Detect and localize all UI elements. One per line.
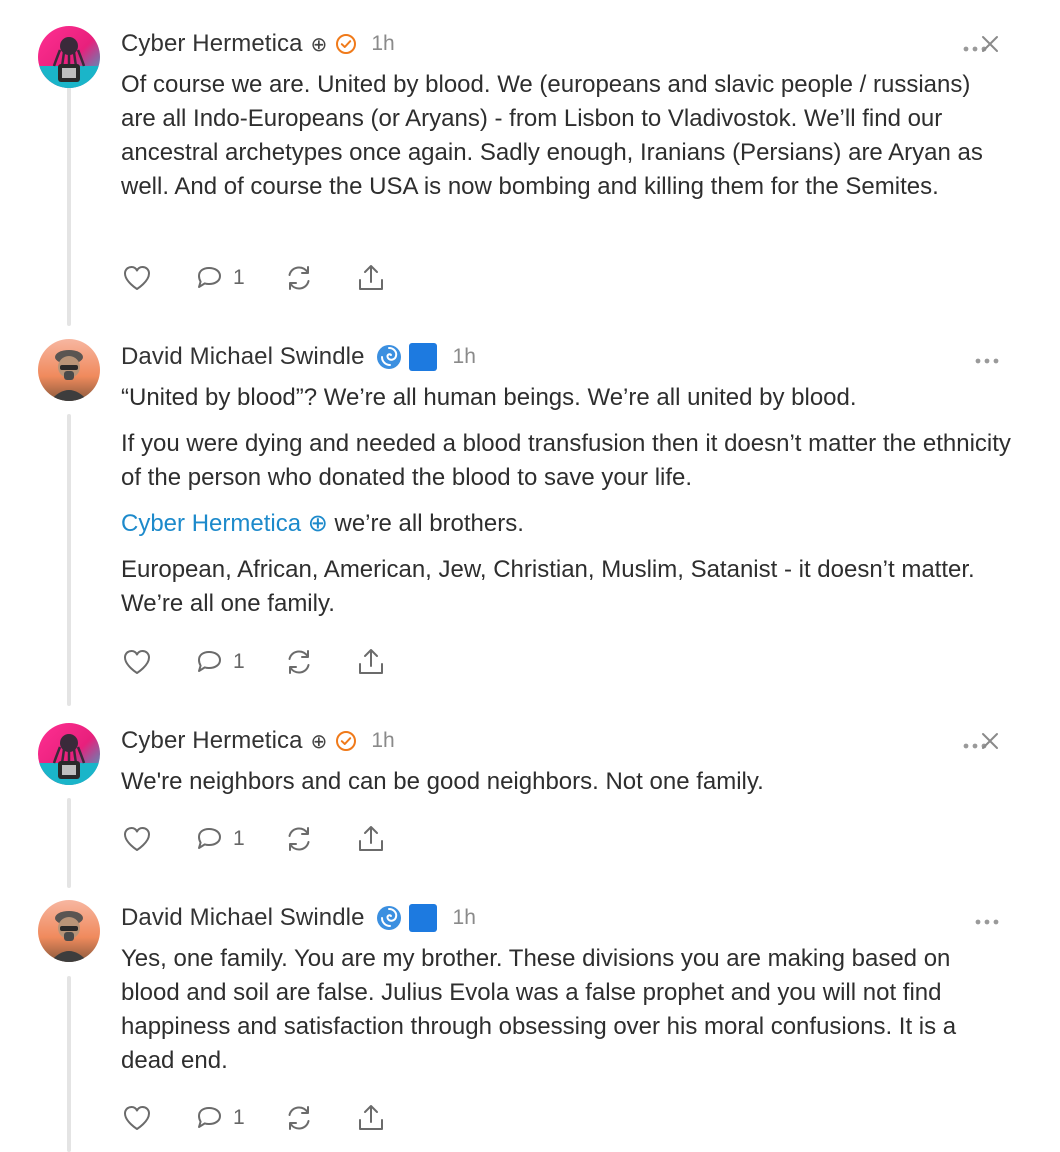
restack-button[interactable]	[283, 1102, 315, 1134]
author-name[interactable]: Cyber Hermetica	[121, 30, 303, 58]
more-options-icon[interactable]	[974, 913, 1000, 925]
reply-count: 1	[233, 266, 245, 289]
author-name[interactable]: Cyber Hermetica	[121, 727, 303, 755]
share-button[interactable]	[355, 823, 387, 855]
reply-button[interactable]: 1	[193, 823, 245, 855]
heart-icon	[124, 1106, 150, 1130]
like-button[interactable]	[121, 1102, 153, 1134]
comment-text: Yes, one family. You are my brother. The…	[121, 945, 957, 1074]
avatar[interactable]	[38, 339, 100, 401]
mention-suffix: we’re all brothers.	[327, 510, 524, 537]
reply-button[interactable]: 1	[193, 262, 245, 294]
comment-body: Of course we are. United by blood. We (e…	[121, 68, 1011, 204]
avatar[interactable]	[38, 900, 100, 962]
thread-line	[67, 414, 71, 706]
thread-line	[67, 976, 71, 1152]
comment-text: Of course we are. United by blood. We (e…	[121, 71, 983, 200]
globe-badge: ⊕	[310, 33, 328, 56]
timestamp: 1h	[371, 32, 395, 55]
comment-header: Cyber Hermetica ⊕ 1h	[121, 723, 395, 759]
reply-count: 1	[233, 650, 245, 673]
thread-line	[67, 798, 71, 888]
cyclone-icon	[376, 906, 401, 930]
comment-bubble-icon	[198, 267, 221, 288]
comment-actions: 1	[121, 260, 387, 296]
reply-count: 1	[233, 1106, 245, 1129]
timestamp: 1h	[452, 906, 476, 929]
share-icon	[358, 826, 383, 851]
comment-actions: 1	[121, 644, 387, 680]
reply-button[interactable]: 1	[193, 1102, 245, 1134]
restack-button[interactable]	[283, 262, 315, 294]
restack-icon	[288, 650, 310, 674]
restack-icon	[288, 266, 310, 290]
author-name[interactable]: David Michael Swindle	[121, 343, 365, 371]
close-icon[interactable]	[980, 731, 1000, 751]
orange-check-icon	[335, 33, 357, 55]
like-button[interactable]	[121, 823, 153, 855]
close-icon[interactable]	[980, 34, 1000, 54]
share-icon	[358, 265, 383, 290]
share-button[interactable]	[355, 262, 387, 294]
author-badges	[375, 902, 439, 934]
user-mention[interactable]: Cyber Hermetica ⊕	[121, 510, 328, 537]
comment-header: David Michael Swindle 1h	[121, 900, 476, 936]
comment-text: “United by blood”? We’re all human being…	[121, 384, 857, 411]
heart-icon	[124, 266, 150, 290]
comment-body: Yes, one family. You are my brother. The…	[121, 942, 1011, 1078]
share-button[interactable]	[355, 646, 387, 678]
author-badges	[375, 341, 439, 373]
author-name[interactable]: David Michael Swindle	[121, 904, 365, 932]
avatar[interactable]	[38, 723, 100, 785]
heart-icon	[124, 827, 150, 851]
blue-square-icon	[408, 343, 437, 371]
comment-text: If you were dying and needed a blood tra…	[121, 430, 1011, 491]
restack-button[interactable]	[283, 646, 315, 678]
like-button[interactable]	[121, 262, 153, 294]
share-icon	[358, 1105, 383, 1130]
cyclone-icon	[376, 345, 401, 369]
heart-icon	[124, 650, 150, 674]
orange-check-icon	[335, 730, 357, 752]
avatar[interactable]	[38, 26, 100, 88]
comment-bubble-icon	[198, 651, 221, 672]
comment-header: David Michael Swindle 1h	[121, 339, 476, 375]
timestamp: 1h	[371, 729, 395, 752]
share-icon	[358, 649, 383, 674]
restack-button[interactable]	[283, 823, 315, 855]
reply-button[interactable]: 1	[193, 646, 245, 678]
comment-actions: 1	[121, 821, 387, 857]
comment-body: We're neighbors and can be good neighbor…	[121, 765, 1011, 799]
restack-icon	[288, 827, 310, 851]
comment-text: We're neighbors and can be good neighbor…	[121, 768, 764, 795]
comment-header: Cyber Hermetica ⊕ 1h	[121, 26, 395, 62]
globe-badge: ⊕	[310, 730, 328, 753]
restack-icon	[288, 1106, 310, 1130]
blue-square-icon	[408, 904, 437, 932]
thread-line	[67, 70, 71, 326]
comment-text: Cyber Hermetica ⊕ we’re all brothers.	[121, 507, 1011, 541]
comment-bubble-icon	[198, 1107, 221, 1128]
reply-count: 1	[233, 827, 245, 850]
comment-body: “United by blood”? We’re all human being…	[121, 381, 1011, 621]
comment-actions: 1	[121, 1100, 387, 1136]
share-button[interactable]	[355, 1102, 387, 1134]
timestamp: 1h	[452, 345, 476, 368]
like-button[interactable]	[121, 646, 153, 678]
comment-bubble-icon	[198, 828, 221, 849]
more-options-icon[interactable]	[974, 352, 1000, 364]
comment-text: European, African, American, Jew, Christ…	[121, 556, 975, 617]
